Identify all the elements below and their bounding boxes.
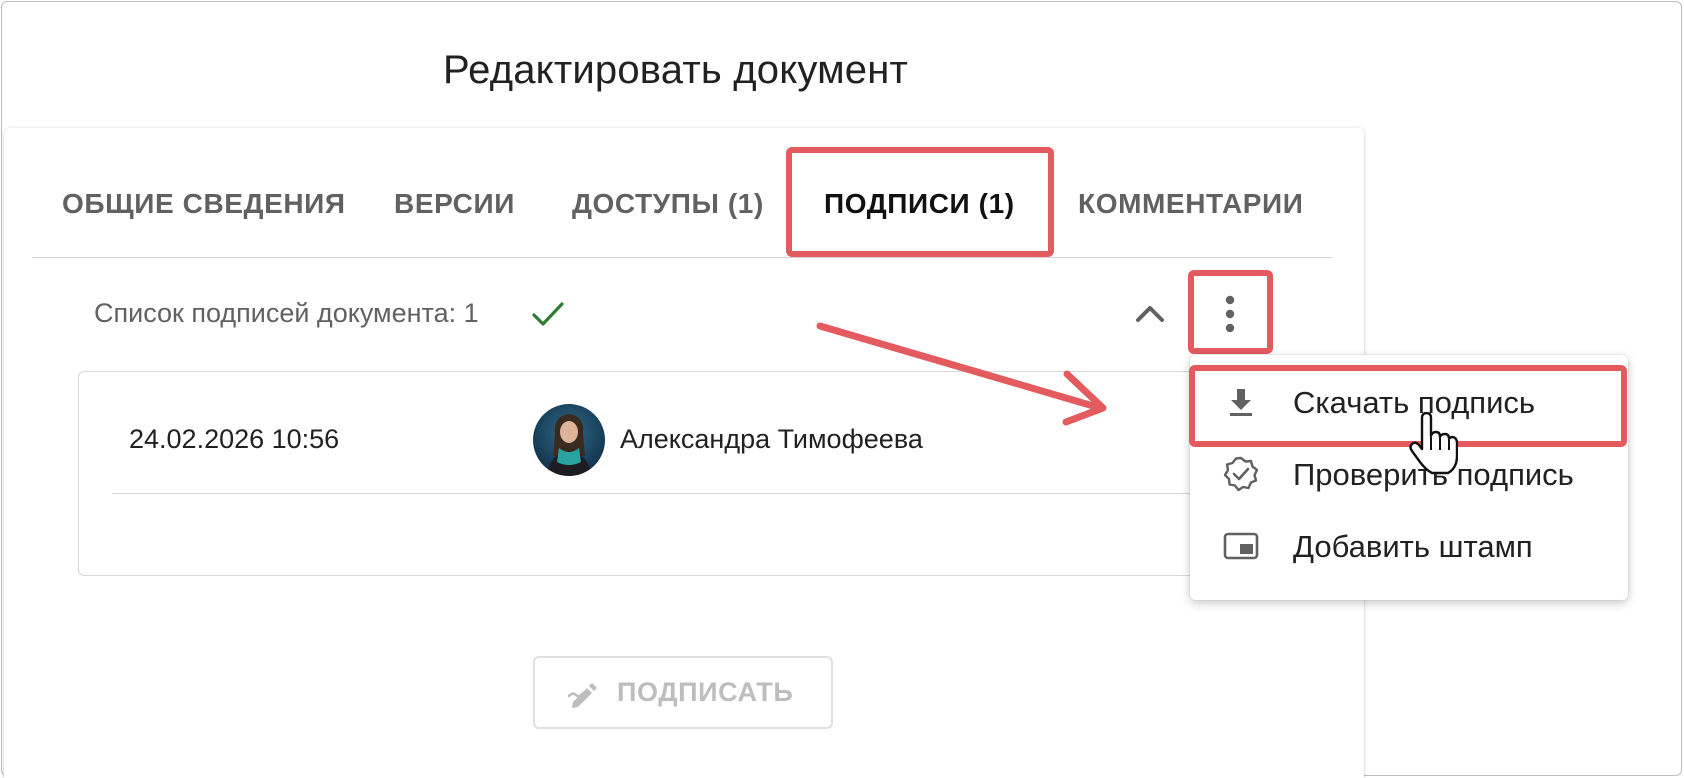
- signature-date: 24.02.2026 10:56: [129, 424, 340, 454]
- tab-comments[interactable]: КОММЕНТАРИИ: [1078, 188, 1304, 220]
- menu-item-add-stamp[interactable]: Добавить штамп: [1190, 509, 1628, 581]
- chevron-up-icon[interactable]: [1132, 298, 1168, 330]
- tab-general[interactable]: ОБЩИЕ СВЕДЕНИЯ: [62, 188, 346, 220]
- signer-name: Александра Тимофеева: [620, 424, 923, 454]
- sign-pen-icon: [567, 683, 597, 708]
- verified-badge-icon: [1223, 456, 1259, 492]
- menu-item-label: Проверить подпись: [1293, 457, 1574, 492]
- tab-bar: ОБЩИЕ СВЕДЕНИЯ ВЕРСИИ ДОСТУПЫ (1) ПОДПИС…: [32, 150, 1332, 258]
- tab-versions[interactable]: ВЕРСИИ: [394, 188, 515, 220]
- menu-item-label: Скачать подпись: [1293, 385, 1536, 420]
- row-divider: [112, 493, 1232, 494]
- signature-actions-menu: Скачать подпись Проверить подпись Добави…: [1190, 355, 1628, 600]
- tab-signatures[interactable]: ПОДПИСИ (1): [824, 188, 1015, 220]
- download-icon: [1230, 389, 1252, 416]
- check-icon: [532, 302, 564, 326]
- signature-list: 24.02.2026 10:56 Александра Тимофеева: [78, 371, 1232, 576]
- more-vertical-icon[interactable]: [1213, 290, 1247, 338]
- sign-button[interactable]: ПОДПИСАТЬ: [533, 656, 833, 729]
- menu-item-label: Добавить штамп: [1293, 529, 1533, 564]
- menu-item-download-signature[interactable]: Скачать подпись: [1190, 365, 1628, 437]
- signatures-count-label: Список подписей документа: 1: [94, 298, 479, 328]
- sign-button-label: ПОДПИСАТЬ: [617, 677, 794, 707]
- tab-access[interactable]: ДОСТУПЫ (1): [572, 188, 764, 220]
- menu-item-verify-signature[interactable]: Проверить подпись: [1190, 437, 1628, 509]
- avatar: [533, 404, 605, 476]
- stamp-icon: [1223, 532, 1259, 560]
- page-title: Редактировать документ: [443, 48, 909, 92]
